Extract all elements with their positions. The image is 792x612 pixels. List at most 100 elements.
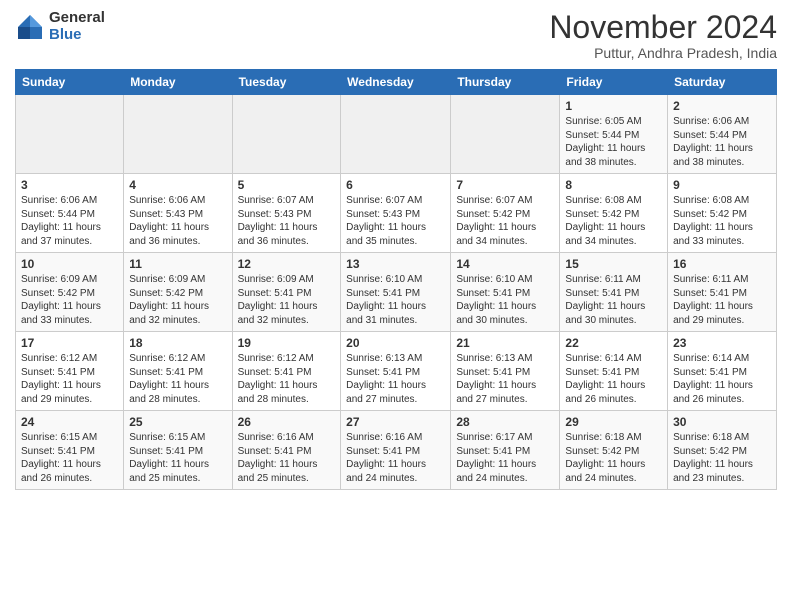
calendar-cell [341,95,451,174]
day-info: Sunrise: 6:07 AM Sunset: 5:42 PM Dayligh… [456,194,554,248]
day-number: 14 [456,257,554,271]
day-info: Sunrise: 6:09 AM Sunset: 5:41 PM Dayligh… [238,273,336,327]
calendar-cell: 2 Sunrise: 6:06 AM Sunset: 5:44 PM Daylig… [668,95,777,174]
column-header-friday: Friday [560,70,668,95]
day-number: 13 [346,257,445,271]
column-header-sunday: Sunday [16,70,124,95]
calendar-week-4: 17 Sunrise: 6:12 AM Sunset: 5:41 PM Dayli… [16,332,777,411]
calendar-cell: 15 Sunrise: 6:11 AM Sunset: 5:41 PM Dayli… [560,253,668,332]
calendar-cell: 3 Sunrise: 6:06 AM Sunset: 5:44 PM Daylig… [16,174,124,253]
calendar-table: SundayMondayTuesdayWednesdayThursdayFrid… [15,69,777,490]
day-info: Sunrise: 6:12 AM Sunset: 5:41 PM Dayligh… [21,352,118,406]
day-number: 15 [565,257,662,271]
calendar-week-3: 10 Sunrise: 6:09 AM Sunset: 5:42 PM Dayli… [16,253,777,332]
day-info: Sunrise: 6:14 AM Sunset: 5:41 PM Dayligh… [673,352,771,406]
calendar-week-1: 1 Sunrise: 6:05 AM Sunset: 5:44 PM Daylig… [16,95,777,174]
day-info: Sunrise: 6:12 AM Sunset: 5:41 PM Dayligh… [129,352,226,406]
logo: General Blue [15,10,105,43]
calendar-cell: 25Sunrise: 6:15 AM Sunset: 5:41 PM Dayli… [124,411,232,490]
header-row: SundayMondayTuesdayWednesdayThursdayFrid… [16,70,777,95]
day-info: Sunrise: 6:06 AM Sunset: 5:44 PM Dayligh… [673,115,771,169]
day-info: Sunrise: 6:08 AM Sunset: 5:42 PM Dayligh… [673,194,771,248]
day-number: 3 [21,178,118,192]
calendar-cell [16,95,124,174]
day-number: 26 [238,415,336,429]
day-number: 2 [673,99,771,113]
calendar-cell: 4Sunrise: 6:06 AM Sunset: 5:43 PM Daylig… [124,174,232,253]
day-info: Sunrise: 6:08 AM Sunset: 5:42 PM Dayligh… [565,194,662,248]
day-number: 4 [129,178,226,192]
logo-blue-text: Blue [49,27,105,44]
calendar-cell: 19 Sunrise: 6:12 AM Sunset: 5:41 PM Dayli… [232,332,341,411]
calendar-header: SundayMondayTuesdayWednesdayThursdayFrid… [16,70,777,95]
day-number: 16 [673,257,771,271]
day-number: 22 [565,336,662,350]
logo-icon [15,12,45,42]
calendar-cell: 23 Sunrise: 6:14 AM Sunset: 5:41 PM Dayli… [668,332,777,411]
calendar-cell [124,95,232,174]
column-header-wednesday: Wednesday [341,70,451,95]
day-info: Sunrise: 6:11 AM Sunset: 5:41 PM Dayligh… [673,273,771,327]
day-info: Sunrise: 6:16 AM Sunset: 5:41 PM Dayligh… [346,431,445,485]
day-number: 18 [129,336,226,350]
calendar-cell: 26Sunrise: 6:16 AM Sunset: 5:41 PM Dayli… [232,411,341,490]
calendar-cell: 24 Sunrise: 6:15 AM Sunset: 5:41 PM Dayli… [16,411,124,490]
calendar-cell: 6Sunrise: 6:07 AM Sunset: 5:43 PM Daylig… [341,174,451,253]
day-info: Sunrise: 6:06 AM Sunset: 5:44 PM Dayligh… [21,194,118,248]
day-number: 12 [238,257,336,271]
calendar-cell [451,95,560,174]
day-number: 24 [21,415,118,429]
calendar-body: 1 Sunrise: 6:05 AM Sunset: 5:44 PM Daylig… [16,95,777,490]
calendar-cell: 16 Sunrise: 6:11 AM Sunset: 5:41 PM Dayli… [668,253,777,332]
day-info: Sunrise: 6:12 AM Sunset: 5:41 PM Dayligh… [238,352,336,406]
location: Puttur, Andhra Pradesh, India [549,45,777,61]
day-info: Sunrise: 6:05 AM Sunset: 5:44 PM Dayligh… [565,115,662,169]
day-number: 10 [21,257,118,271]
day-info: Sunrise: 6:11 AM Sunset: 5:41 PM Dayligh… [565,273,662,327]
day-number: 23 [673,336,771,350]
day-info: Sunrise: 6:15 AM Sunset: 5:41 PM Dayligh… [21,431,118,485]
day-number: 17 [21,336,118,350]
column-header-tuesday: Tuesday [232,70,341,95]
calendar-cell: 13 Sunrise: 6:10 AM Sunset: 5:41 PM Dayli… [341,253,451,332]
day-info: Sunrise: 6:14 AM Sunset: 5:41 PM Dayligh… [565,352,662,406]
column-header-monday: Monday [124,70,232,95]
logo-general-text: General [49,10,105,27]
calendar-cell: 11 Sunrise: 6:09 AM Sunset: 5:42 PM Dayli… [124,253,232,332]
day-info: Sunrise: 6:09 AM Sunset: 5:42 PM Dayligh… [21,273,118,327]
day-number: 7 [456,178,554,192]
calendar-cell: 5 Sunrise: 6:07 AM Sunset: 5:43 PM Daylig… [232,174,341,253]
calendar-week-5: 24 Sunrise: 6:15 AM Sunset: 5:41 PM Dayli… [16,411,777,490]
calendar-cell [232,95,341,174]
day-info: Sunrise: 6:09 AM Sunset: 5:42 PM Dayligh… [129,273,226,327]
title-block: November 2024 Puttur, Andhra Pradesh, In… [549,10,777,61]
column-header-thursday: Thursday [451,70,560,95]
day-number: 19 [238,336,336,350]
calendar-cell: 20Sunrise: 6:13 AM Sunset: 5:41 PM Dayli… [341,332,451,411]
day-number: 30 [673,415,771,429]
day-info: Sunrise: 6:18 AM Sunset: 5:42 PM Dayligh… [673,431,771,485]
page-container: General Blue November 2024 Puttur, Andhr… [0,0,792,500]
day-info: Sunrise: 6:07 AM Sunset: 5:43 PM Dayligh… [238,194,336,248]
calendar-cell: 10 Sunrise: 6:09 AM Sunset: 5:42 PM Dayli… [16,253,124,332]
day-number: 20 [346,336,445,350]
calendar-cell: 1 Sunrise: 6:05 AM Sunset: 5:44 PM Daylig… [560,95,668,174]
day-number: 8 [565,178,662,192]
column-header-saturday: Saturday [668,70,777,95]
header: General Blue November 2024 Puttur, Andhr… [15,10,777,61]
calendar-cell: 21Sunrise: 6:13 AM Sunset: 5:41 PM Dayli… [451,332,560,411]
day-number: 29 [565,415,662,429]
month-title: November 2024 [549,10,777,45]
calendar-cell: 9Sunrise: 6:08 AM Sunset: 5:42 PM Daylig… [668,174,777,253]
day-number: 11 [129,257,226,271]
day-number: 27 [346,415,445,429]
day-number: 6 [346,178,445,192]
day-number: 25 [129,415,226,429]
day-info: Sunrise: 6:10 AM Sunset: 5:41 PM Dayligh… [346,273,445,327]
day-number: 5 [238,178,336,192]
day-number: 21 [456,336,554,350]
calendar-cell: 27 Sunrise: 6:16 AM Sunset: 5:41 PM Dayli… [341,411,451,490]
day-info: Sunrise: 6:10 AM Sunset: 5:41 PM Dayligh… [456,273,554,327]
day-number: 1 [565,99,662,113]
calendar-cell: 17 Sunrise: 6:12 AM Sunset: 5:41 PM Dayli… [16,332,124,411]
